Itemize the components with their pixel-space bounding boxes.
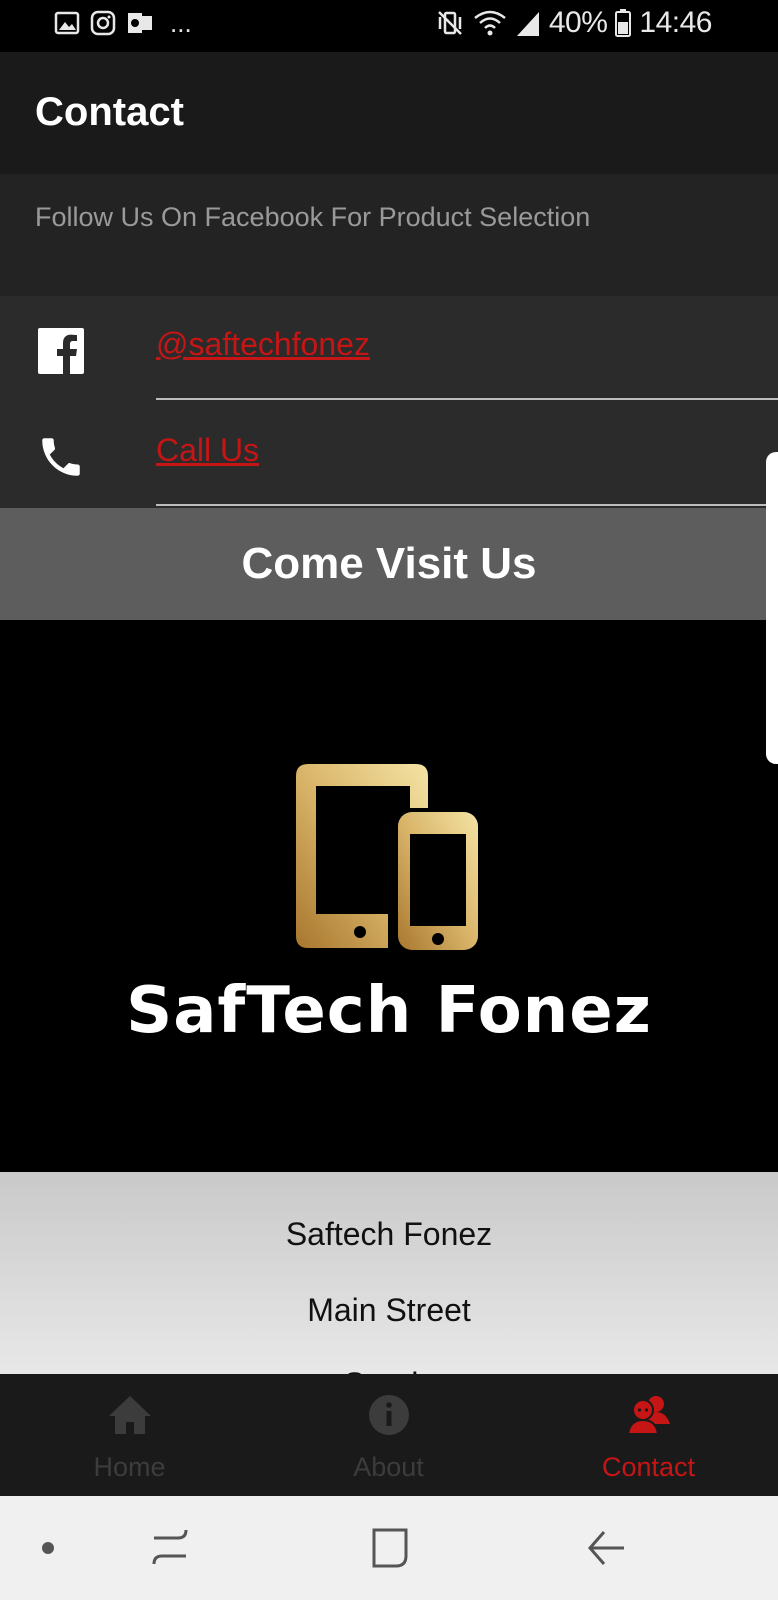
clock: 14:46: [639, 6, 712, 39]
facebook-link[interactable]: @saftechfonez: [156, 326, 370, 363]
home-icon: [108, 1396, 151, 1434]
back-icon[interactable]: [586, 1526, 626, 1570]
nav-item-about[interactable]: About: [259, 1374, 518, 1496]
contact-list: @saftechfonez Call Us: [0, 296, 778, 508]
page-title: Contact: [35, 90, 184, 134]
contact-people-icon: [626, 1396, 670, 1435]
nav-label-contact: Contact: [601, 1452, 696, 1482]
home-button-icon[interactable]: [370, 1526, 410, 1570]
row-divider: [156, 504, 778, 506]
status-right-icons: 40% 14:46: [435, 6, 712, 40]
phone-icon: [42, 438, 80, 476]
nav-item-contact[interactable]: Contact: [519, 1374, 778, 1496]
facebook-banner: Follow Us On Facebook For Product Select…: [0, 174, 778, 296]
brand-name: SafTech Fonez: [126, 974, 652, 1048]
nav-label-home: Home: [93, 1452, 166, 1482]
visit-heading: Come Visit Us: [241, 539, 537, 588]
banner-text: Follow Us On Facebook For Product Select…: [35, 202, 591, 232]
address-line: Main Street: [307, 1292, 471, 1328]
edge-panel-handle[interactable]: [766, 452, 778, 764]
facebook-icon: [38, 328, 84, 374]
dot-icon[interactable]: [40, 1540, 56, 1556]
address-section: Saftech Fonez Main Street Sandy: [0, 1172, 778, 1374]
logo-area: SafTech Fonez: [0, 620, 778, 1172]
status-left-icons: ...: [54, 10, 192, 36]
visit-section: Come Visit Us: [0, 508, 778, 620]
app-header: Contact: [0, 52, 778, 174]
address-line: Saftech Fonez: [285, 1216, 493, 1252]
instagram-icon: [90, 10, 116, 36]
nav-item-home[interactable]: Home: [0, 1374, 259, 1496]
signal-icon: [516, 12, 539, 36]
outlook-icon: [128, 13, 152, 33]
more-notifications: ...: [170, 8, 192, 38]
row-divider: [156, 398, 778, 400]
recent-apps-icon[interactable]: [150, 1526, 190, 1570]
wifi-icon: [474, 10, 506, 36]
battery-percent: 40%: [548, 6, 608, 39]
info-icon: [368, 1395, 409, 1435]
bottom-nav: Home About Contact: [0, 1374, 778, 1496]
facebook-row[interactable]: @saftechfonez: [0, 296, 778, 402]
address-line: Sandy: [0, 1366, 778, 1374]
nav-label-about: About: [353, 1452, 424, 1482]
call-us-link[interactable]: Call Us: [156, 432, 259, 469]
battery-icon: [615, 9, 632, 37]
status-bar: ... 40% 14:46: [0, 0, 778, 52]
gallery-icon: [54, 11, 80, 35]
system-nav-bar: [0, 1496, 778, 1600]
phone-row[interactable]: Call Us: [0, 402, 778, 508]
vibrate-icon: [437, 11, 462, 35]
devices-logo-icon: [296, 764, 478, 950]
